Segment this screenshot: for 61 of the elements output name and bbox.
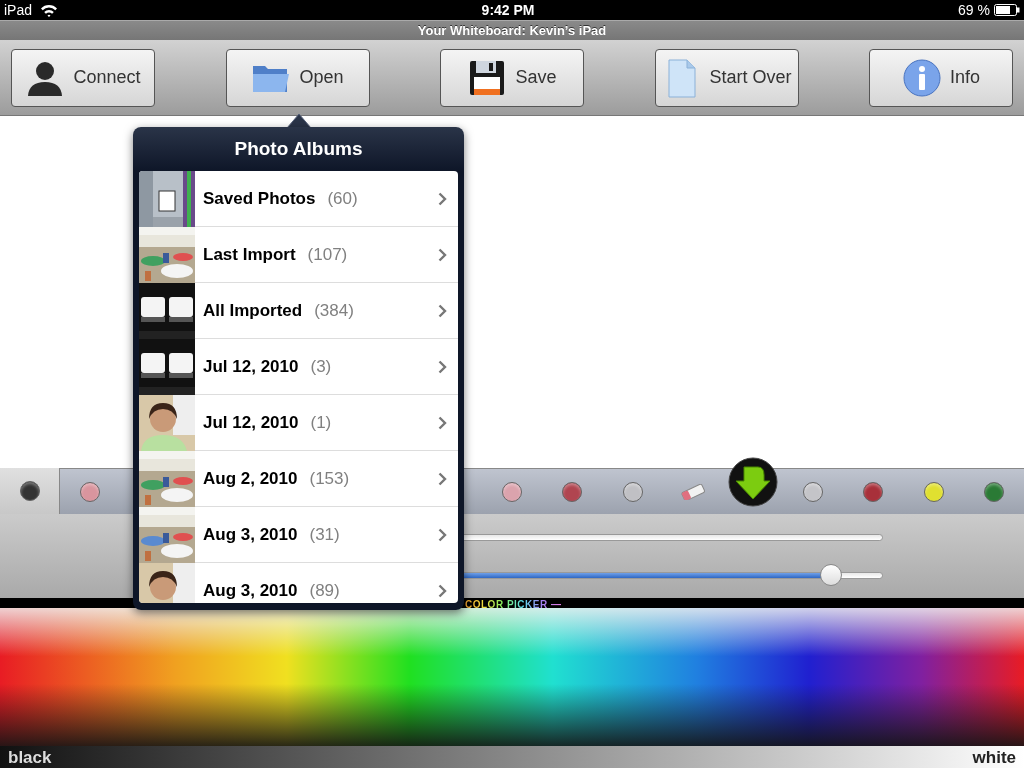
album-row[interactable]: Last Import (107)	[139, 227, 458, 283]
gradient-end-label: white	[972, 746, 1016, 768]
album-row[interactable]: Jul 12, 2010 (3)	[139, 339, 458, 395]
album-name: Jul 12, 2010	[203, 355, 299, 378]
album-count: (107)	[307, 243, 348, 266]
chevron-icon	[438, 191, 447, 206]
chevron-icon	[438, 247, 447, 262]
wifi-icon	[40, 3, 59, 17]
color-swatch[interactable]	[562, 482, 583, 502]
open-button[interactable]: Open	[225, 48, 370, 107]
album-row[interactable]: All Imported (384)	[139, 283, 458, 339]
down-arrow-button[interactable]	[727, 457, 778, 507]
chevron-icon	[438, 583, 447, 598]
chevron-icon	[438, 471, 447, 486]
album-row[interactable]: Aug 2, 2010 (153)	[139, 451, 458, 507]
album-name: Jul 12, 2010	[203, 411, 299, 434]
chevron-icon	[438, 359, 447, 374]
info-button[interactable]: Info	[869, 48, 1013, 107]
album-name: Saved Photos	[203, 187, 316, 210]
album-count: (60)	[327, 187, 358, 210]
gradient-start-label: black	[8, 746, 52, 768]
color-swatch[interactable]	[622, 482, 643, 502]
popover-arrow	[287, 113, 311, 128]
album-count: (3)	[310, 355, 332, 378]
color-swatch[interactable]	[923, 482, 944, 502]
clock-time: 9:42 PM	[481, 0, 535, 20]
window-title: Your Whiteboard: Kevin’s iPad	[417, 21, 607, 40]
album-name: Aug 2, 2010	[203, 467, 298, 490]
popover-title: Photo Albums	[234, 136, 363, 161]
battery-percent: 69 %	[958, 0, 990, 20]
album-name: Last Import	[203, 243, 296, 266]
save-button[interactable]: Save	[440, 48, 584, 107]
album-name: Aug 3, 2010	[203, 523, 298, 546]
album-row[interactable]: Aug 3, 2010 (31)	[139, 507, 458, 563]
album-name: Aug 3, 2010	[203, 579, 298, 602]
carrier-label: iPad	[4, 0, 33, 20]
color-spectrum[interactable]	[0, 608, 1024, 746]
color-swatch[interactable]	[983, 482, 1004, 502]
chevron-icon	[438, 527, 447, 542]
album-count: (31)	[309, 523, 340, 546]
album-row[interactable]: Jul 12, 2010 (1)	[139, 395, 458, 451]
album-count: (89)	[309, 579, 340, 602]
start-over-button[interactable]: Start Over	[654, 48, 799, 107]
color-swatch[interactable]	[803, 482, 824, 502]
chevron-icon	[438, 415, 447, 430]
color-swatch[interactable]	[80, 482, 101, 502]
album-count: (384)	[314, 299, 354, 322]
album-count: (153)	[309, 467, 350, 490]
battery-icon	[994, 4, 1020, 16]
album-count: (1)	[310, 411, 332, 434]
color-swatch[interactable]	[863, 482, 884, 502]
chevron-icon	[438, 303, 447, 318]
connect-button[interactable]: Connect	[11, 48, 155, 107]
color-swatch[interactable]	[502, 482, 523, 502]
slider-thumb[interactable]	[820, 564, 842, 586]
album-row[interactable]: Aug 3, 2010 (89)	[139, 563, 458, 603]
grayscale-bar[interactable]: black white	[0, 746, 1024, 768]
color-swatch[interactable]	[19, 481, 40, 501]
album-row[interactable]: Saved Photos (60)	[139, 171, 458, 227]
info-icon	[902, 57, 942, 98]
album-name: All Imported	[203, 299, 303, 322]
